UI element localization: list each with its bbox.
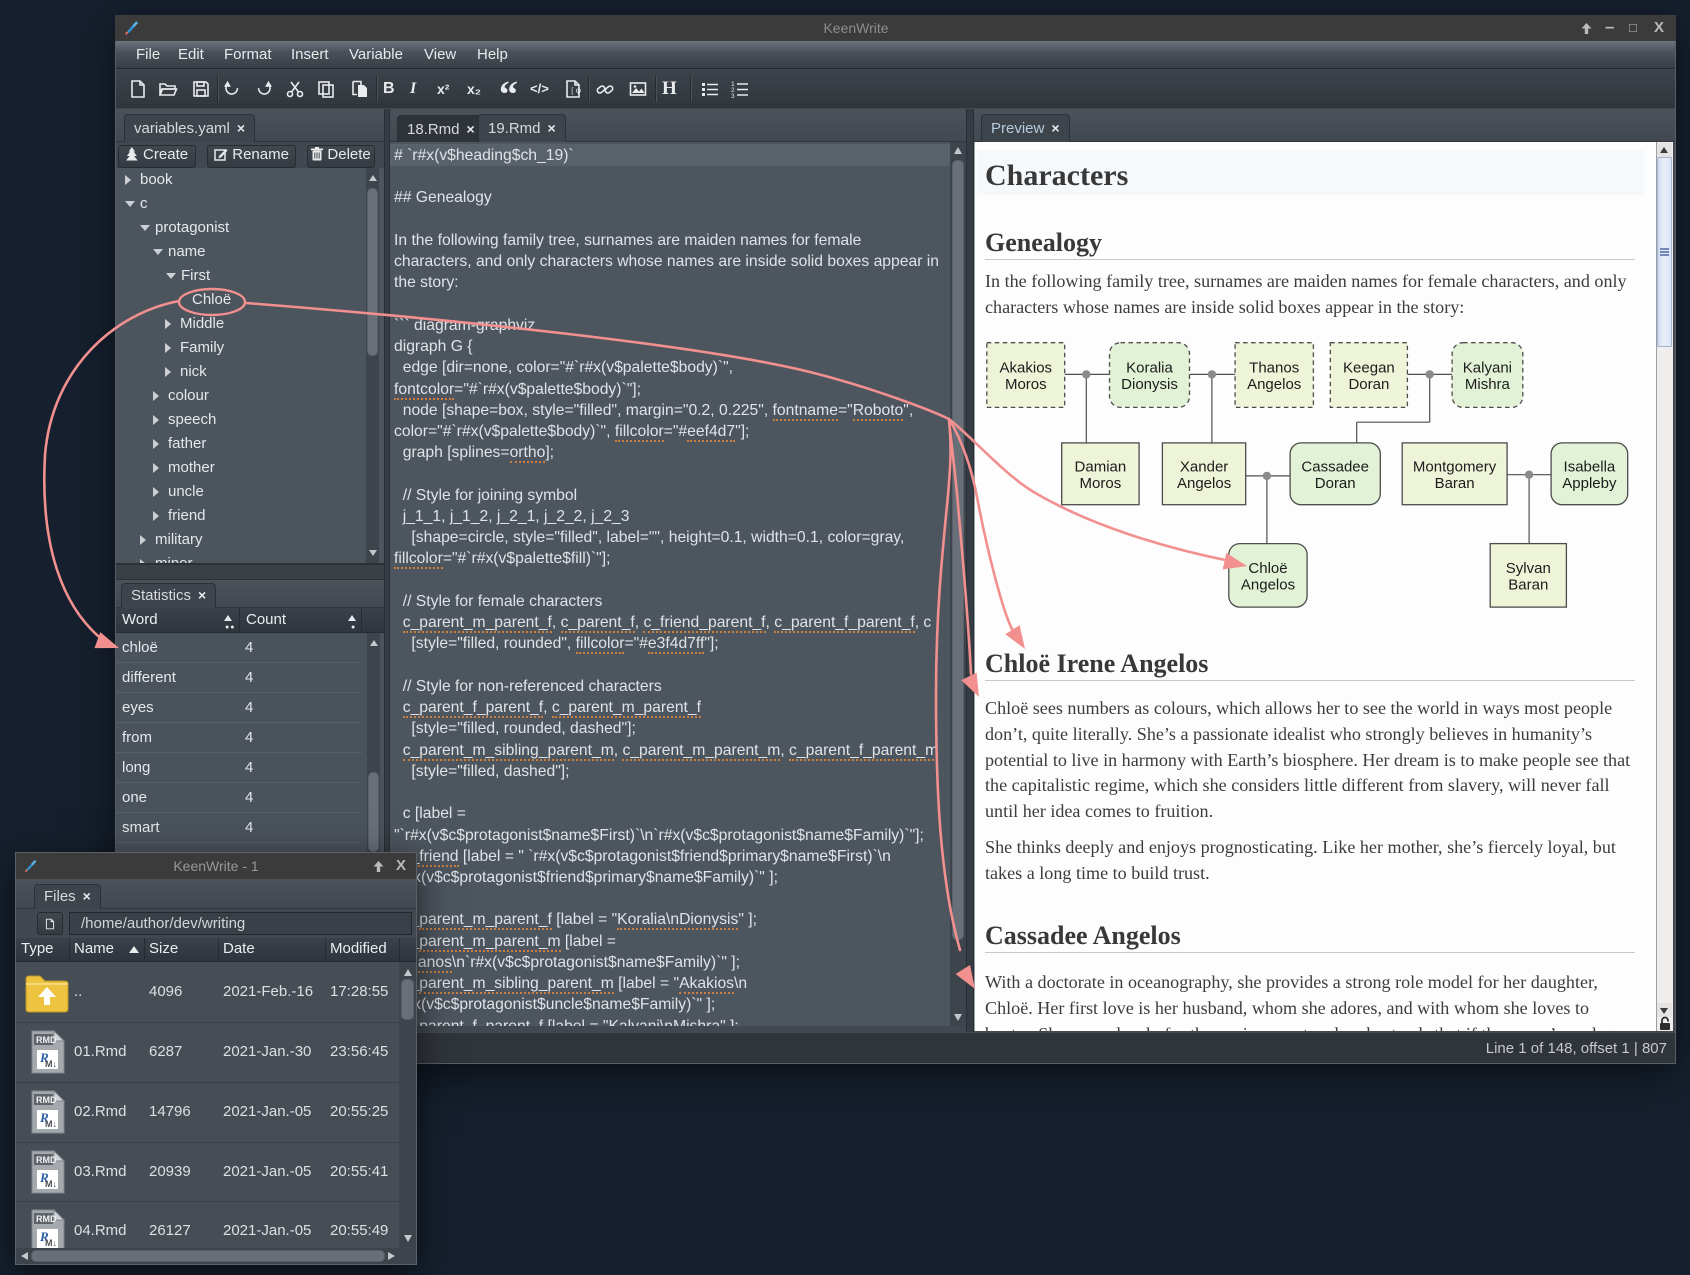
svg-text:Angelos: Angelos — [1241, 576, 1295, 593]
svg-text:Sylvan: Sylvan — [1506, 560, 1551, 577]
svg-text:Chloë: Chloë — [1248, 560, 1287, 577]
svg-text:Baran: Baran — [1508, 576, 1548, 593]
svg-text:RMD: RMD — [36, 1095, 57, 1105]
svg-text:Appleby: Appleby — [1562, 475, 1617, 492]
svg-text:Kalyani: Kalyani — [1463, 360, 1512, 377]
svg-text:Cassadee: Cassadee — [1301, 458, 1369, 475]
svg-text:Doran: Doran — [1348, 376, 1389, 393]
svg-text:Isabella: Isabella — [1564, 458, 1616, 475]
svg-text:M↓: M↓ — [45, 1059, 57, 1069]
svg-text:Keegan: Keegan — [1343, 360, 1395, 377]
svg-text:Doran: Doran — [1315, 475, 1356, 492]
svg-text:Mishra: Mishra — [1465, 376, 1511, 393]
svg-text:Damian: Damian — [1075, 458, 1127, 475]
svg-text:Moros: Moros — [1080, 475, 1122, 492]
svg-text:Dionysis: Dionysis — [1121, 376, 1178, 393]
svg-text:M↓: M↓ — [45, 1238, 57, 1248]
svg-text:M↓: M↓ — [45, 1179, 57, 1189]
svg-text:3: 3 — [731, 93, 735, 99]
svg-text:Akakios: Akakios — [1000, 360, 1053, 377]
svg-text:RMD: RMD — [36, 1035, 57, 1045]
svg-text:RMD: RMD — [36, 1214, 57, 1224]
svg-text:Moros: Moros — [1005, 376, 1047, 393]
svg-text:Angelos: Angelos — [1177, 475, 1231, 492]
svg-text:M↓: M↓ — [45, 1119, 57, 1129]
svg-text:Angelos: Angelos — [1247, 376, 1301, 393]
svg-text:RMD: RMD — [36, 1155, 57, 1165]
svg-text:Thanos: Thanos — [1249, 360, 1299, 377]
svg-text:Baran: Baran — [1435, 475, 1475, 492]
svg-text:Koralia: Koralia — [1126, 360, 1173, 377]
svg-text:Montgomery: Montgomery — [1413, 458, 1497, 475]
svg-text:❲φ❳: ❲φ❳ — [569, 86, 583, 95]
svg-text:Xander: Xander — [1180, 458, 1228, 475]
